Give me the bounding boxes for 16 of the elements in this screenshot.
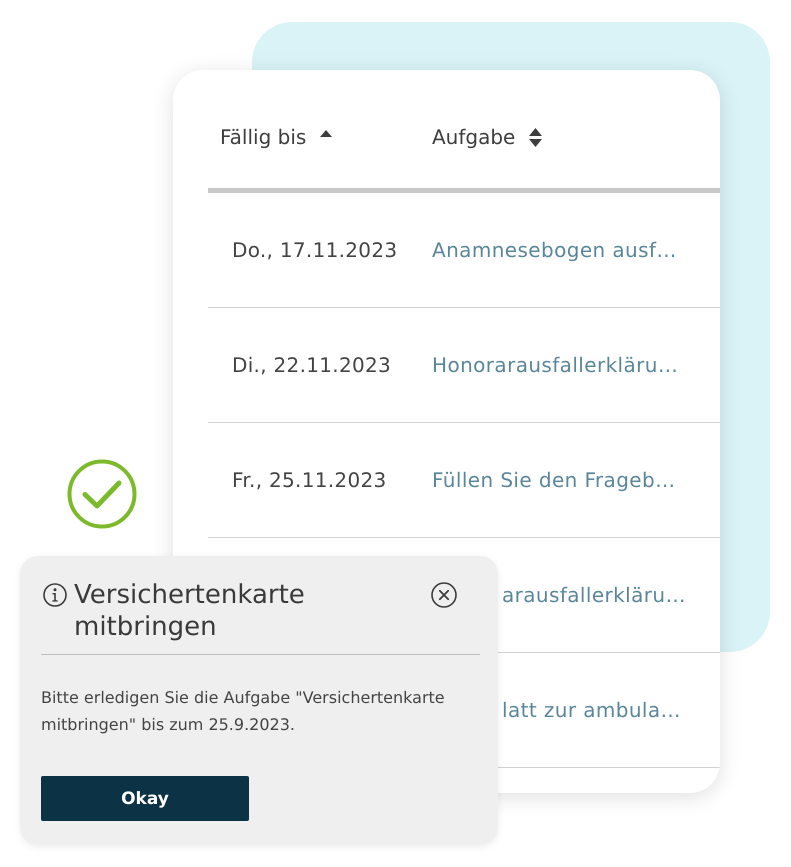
dialog-message: Bitte erledigen Sie die Aufgabe "Versichertenkarte mitbringen" bis zum 25.9.2023. xyxy=(41,687,446,736)
okay-button[interactable]: Okay xyxy=(41,776,249,821)
column-header[interactable]: Aufgabe xyxy=(432,125,542,149)
info-icon xyxy=(43,583,67,607)
close-icon[interactable] xyxy=(431,582,457,608)
due-date: Di., 22.11.2023 xyxy=(232,353,392,377)
task-link[interactable]: arausfallerkläru… xyxy=(502,583,686,607)
task-link[interactable]: Honorarausfallerkläru… xyxy=(432,353,678,377)
due-date: Do., 17.11.2023 xyxy=(232,238,398,262)
task-link[interactable]: latt zur ambula… xyxy=(502,698,681,722)
due-date: Fr., 25.11.2023 xyxy=(232,468,387,492)
column-header[interactable]: Fällig bis xyxy=(220,125,332,149)
dialog-title: Versichertenkarte mitbringen xyxy=(74,579,306,643)
check-circle-icon xyxy=(67,459,137,529)
task-link[interactable]: Anamnesebogen ausf… xyxy=(432,238,677,262)
task-link[interactable]: Füllen Sie den Frageb… xyxy=(432,468,676,492)
